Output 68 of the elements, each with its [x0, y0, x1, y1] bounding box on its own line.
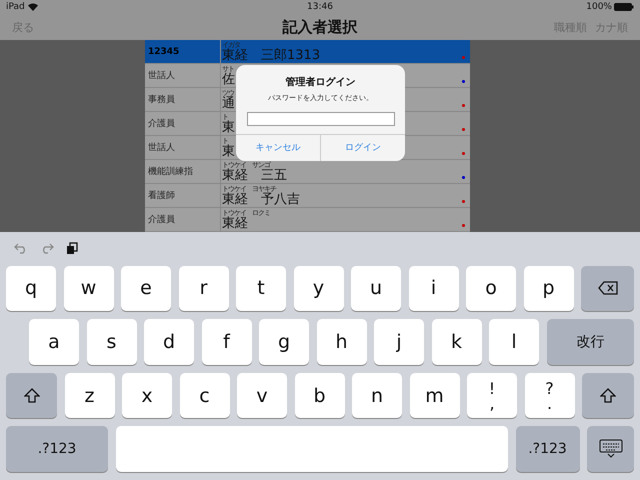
- backspace-key[interactable]: [581, 266, 634, 312]
- punctuation-key[interactable]: ? .: [524, 372, 574, 418]
- letter-key[interactable]: r: [178, 266, 228, 312]
- letter-key[interactable]: t: [236, 266, 286, 312]
- letter-key[interactable]: o: [466, 266, 516, 312]
- person-name: 東経 三五: [222, 168, 287, 182]
- letter-key[interactable]: a: [29, 319, 79, 365]
- letter-key[interactable]: m: [410, 372, 460, 418]
- letter-key[interactable]: g: [259, 319, 309, 365]
- shift-icon: [600, 388, 616, 404]
- role-cell: 世話人: [145, 64, 221, 87]
- redo-icon[interactable]: [40, 243, 54, 254]
- paste-icon[interactable]: [66, 242, 78, 256]
- role-cell: 世話人: [145, 136, 221, 159]
- letter-key[interactable]: z: [64, 372, 114, 418]
- backspace-icon: [598, 281, 618, 296]
- letter-key[interactable]: c: [180, 372, 230, 418]
- dialog-button[interactable]: ログイン: [320, 135, 405, 161]
- screen-title: 記入者選択: [282, 18, 358, 36]
- role-cell: 介護員: [145, 112, 221, 135]
- letter-key[interactable]: s: [86, 319, 136, 365]
- letter-key[interactable]: f: [202, 319, 252, 365]
- letter-key[interactable]: n: [352, 372, 402, 418]
- letter-key[interactable]: i: [408, 266, 458, 312]
- hide-keyboard-key[interactable]: [587, 426, 634, 472]
- letter-key[interactable]: l: [489, 319, 539, 365]
- role-cell: 介護員: [145, 208, 221, 231]
- letter-key[interactable]: k: [432, 319, 482, 365]
- letter-key[interactable]: j: [374, 319, 424, 365]
- dialog-button[interactable]: キャンセル: [236, 135, 320, 161]
- letter-key[interactable]: h: [316, 319, 366, 365]
- letter-key[interactable]: b: [294, 372, 344, 418]
- undo-icon[interactable]: [14, 243, 28, 254]
- role-cell: 機能訓練指: [145, 160, 221, 183]
- letter-key[interactable]: w: [64, 266, 114, 312]
- battery-percent: 100%: [586, 2, 612, 12]
- shift-icon: [24, 388, 40, 404]
- person-name: 東経 三郎1313: [222, 48, 320, 62]
- shift-key[interactable]: [582, 372, 634, 418]
- password-field[interactable]: [246, 112, 394, 126]
- clock-time: 13:46: [307, 2, 333, 12]
- battery-icon: [614, 3, 634, 11]
- letter-key[interactable]: p: [524, 266, 574, 312]
- shift-key[interactable]: [6, 372, 57, 418]
- role-cell: 12345: [145, 40, 221, 63]
- return-key[interactable]: 改行: [546, 319, 634, 365]
- letter-key[interactable]: e: [121, 266, 171, 312]
- dialog-title: 管理者ログイン: [286, 76, 356, 89]
- person-name: 通: [222, 96, 235, 110]
- person-name: 佐: [222, 72, 235, 86]
- letter-key[interactable]: v: [237, 372, 287, 418]
- letter-key[interactable]: u: [351, 266, 401, 312]
- letter-key[interactable]: x: [122, 372, 172, 418]
- wifi-icon: [28, 3, 38, 11]
- role-cell: 事務員: [145, 88, 221, 111]
- person-name: 東: [222, 120, 235, 134]
- letter-key[interactable]: y: [294, 266, 344, 312]
- person-name: 東: [222, 144, 235, 158]
- numbers-key[interactable]: .?123: [516, 426, 580, 472]
- punctuation-key[interactable]: ! ,: [467, 372, 517, 418]
- numbers-key[interactable]: .?123: [6, 426, 108, 472]
- device-name: iPad: [6, 2, 25, 12]
- letter-key[interactable]: d: [144, 319, 194, 365]
- keyboard-icon: [598, 439, 622, 460]
- letter-key[interactable]: q: [6, 266, 56, 312]
- role-cell: 看護師: [145, 184, 221, 207]
- person-name: 東経 予八吉: [222, 192, 300, 206]
- person-name: 東経: [222, 216, 248, 230]
